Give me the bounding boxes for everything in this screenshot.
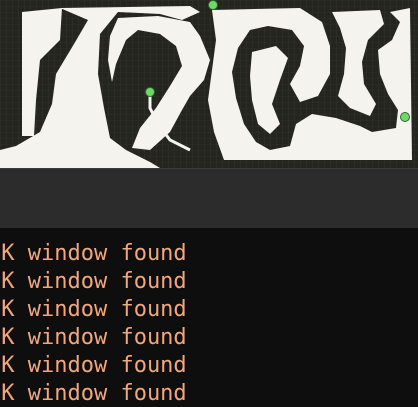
maze-viewer	[0, 0, 418, 168]
agent-marker	[145, 87, 155, 97]
log-line: OK window found	[0, 297, 187, 322]
log-line: OK window found	[0, 241, 187, 266]
maze-canvas	[0, 0, 418, 168]
log-list: OK window found OK window found OK windo…	[0, 228, 418, 407]
log-line: OK window found	[0, 353, 187, 378]
window-divider-bar	[0, 168, 418, 228]
log-line: OK window found	[0, 269, 187, 294]
terminal-output: OK window found OK window found OK windo…	[0, 228, 418, 407]
log-line: OK window found	[0, 325, 187, 350]
goal-marker	[400, 112, 410, 122]
log-line: OK window found	[0, 381, 187, 406]
start-marker	[208, 0, 218, 10]
